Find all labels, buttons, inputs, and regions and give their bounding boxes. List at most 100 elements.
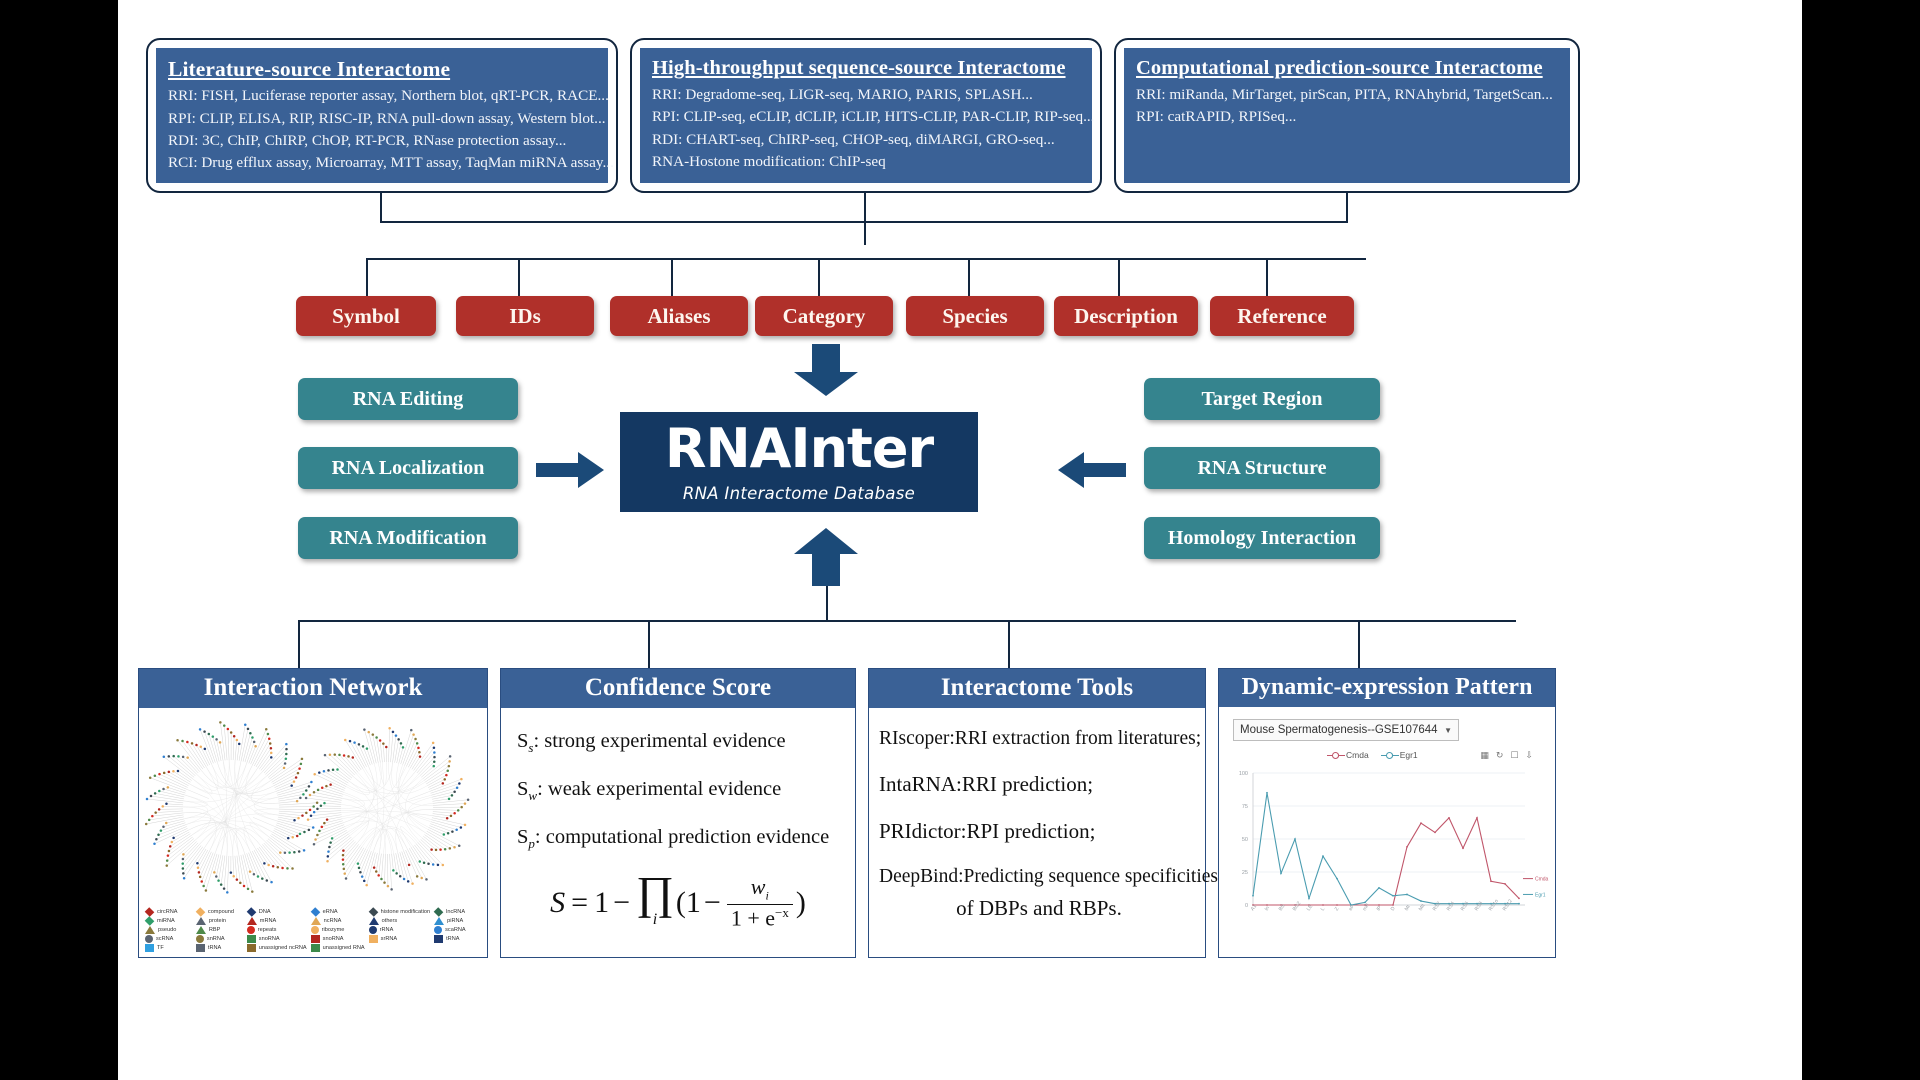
feature-homology-interaction[interactable]: Homology Interaction (1144, 517, 1380, 559)
network-graph-icon (144, 721, 470, 894)
y-axis-tick: 50 (1242, 837, 1248, 843)
expression-line-chart: 0255075100CmdaEgr1A1 In BS BG2 LE L ZeP mP lP D MI… (1239, 771, 1549, 913)
network-legend-label: tRNA (446, 936, 460, 942)
attribute-aliases[interactable]: Aliases (610, 296, 748, 336)
feature-rna-modification[interactable]: RNA Modification (298, 517, 518, 559)
attribute-ids[interactable]: IDs (456, 296, 594, 336)
network-graph-area: circRNA compound DNA eRNA histone modificati… (139, 708, 487, 956)
logo-title: RNAInter (664, 416, 934, 480)
feature-label: Homology Interaction (1167, 526, 1357, 549)
network-legend-label: ncRNA (323, 918, 342, 924)
triangle-swatch-icon (246, 917, 257, 925)
network-legend: circRNA compound DNA eRNA histone modificati… (139, 907, 487, 952)
connector-vertical (1266, 258, 1269, 296)
connector-panel-bus (298, 620, 1516, 623)
chart-end-label: Egr1 (1535, 892, 1546, 898)
dynamic-chart-area: Mouse Spermatogenesis--GSE107644 ▼ Cmda E… (1219, 707, 1555, 955)
chart-legend-item[interactable]: Cmda (1327, 750, 1369, 760)
chart-legend-label: Cmda (1346, 750, 1369, 760)
source-line: RDI: 3C, ChIP, ChIRP, ChOP, RT-PCR, RNas… (168, 131, 567, 149)
attribute-reference[interactable]: Reference (1210, 296, 1354, 336)
rnainter-logo: RNAInter RNA Interactome Database (620, 412, 978, 512)
connector-vertical (1118, 258, 1121, 296)
source-line: RRI: Degradome-seq, LIGR-seq, MARIO, PAR… (652, 86, 1033, 103)
panel-confidence-score: Confidence Score Ss: strong experimental… (500, 668, 856, 958)
network-legend-label: piRNA (447, 918, 464, 924)
feature-target-region[interactable]: Target Region (1144, 378, 1380, 420)
attribute-symbol[interactable]: Symbol (296, 296, 436, 336)
x-axis-tick: mP (1362, 902, 1372, 912)
connector-vertical (380, 193, 383, 223)
fraction-denominator: 1 + e−x (730, 905, 789, 931)
score-text: : weak experimental evidence (537, 778, 782, 801)
connector-vertical (648, 620, 651, 670)
image-icon[interactable]: ☐ (1510, 751, 1518, 761)
x-axis-tick: In (1264, 905, 1271, 912)
formula-minus2: − (703, 885, 721, 919)
formula-lhs: S (550, 885, 566, 919)
score-text: : computational prediction evidence (534, 826, 830, 849)
panel-interaction-network: Interaction Network circRNA compound DNA eR… (138, 668, 488, 958)
diamond-swatch-icon (433, 907, 444, 917)
confidence-item-predicted: Sp: computational prediction evidence (517, 826, 845, 852)
download-icon[interactable]: ⇩ (1525, 751, 1533, 761)
attribute-description[interactable]: Description (1054, 296, 1198, 336)
source-box-computational: Computational prediction-source Interact… (1114, 38, 1580, 193)
score-symbol: S (517, 730, 529, 752)
formula-minus: − (613, 885, 631, 919)
refresh-icon[interactable]: ↻ (1496, 751, 1504, 761)
feature-label: RNA Editing (352, 387, 464, 410)
network-legend-item: pseudo (145, 926, 192, 934)
network-legend-label: snoRNA (258, 936, 280, 942)
network-legend-item: mRNA (246, 917, 307, 925)
circle-swatch-icon (246, 926, 255, 934)
network-legend-item: circRNA (144, 907, 192, 917)
network-legend-label: rRNA (379, 927, 394, 933)
source-box-high-throughput: High-throughput sequence-source Interact… (630, 38, 1102, 193)
connector-vertical (818, 258, 821, 296)
square-swatch-icon (246, 935, 256, 943)
feature-rna-editing[interactable]: RNA Editing (298, 378, 518, 420)
network-legend-label: snRNA (206, 936, 225, 942)
source-box-high-throughput-inner: High-throughput sequence-source Interact… (640, 48, 1094, 183)
chart-toolbar[interactable]: ▦ ↻ ☐ ⇩ (1480, 751, 1533, 761)
circle-swatch-icon (310, 926, 319, 934)
score-text: : strong experimental evidence (533, 730, 786, 752)
arrow-left-icon (1058, 452, 1126, 488)
network-legend-item: miRNA (144, 916, 192, 926)
x-axis-tick: L (1320, 906, 1327, 912)
attribute-species[interactable]: Species (906, 296, 1044, 336)
panel-title: Interaction Network (139, 669, 487, 708)
diamond-swatch-icon (246, 907, 257, 917)
feature-rna-structure[interactable]: RNA Structure (1144, 447, 1380, 489)
network-legend-item: scaRNA (434, 926, 481, 934)
network-legend-label: TF (157, 945, 164, 951)
network-legend-item: tRNA (195, 944, 243, 952)
network-legend-label: pseudo (158, 927, 177, 933)
formula-fraction: wi 1 + e−x (726, 874, 793, 931)
x-axis-tick: RS4 (1446, 901, 1457, 913)
network-legend-label: miRNA (157, 918, 175, 924)
network-legend-item: histone modification (368, 907, 430, 917)
diamond-swatch-icon (368, 907, 378, 917)
attribute-category[interactable]: Category (755, 296, 893, 336)
panel-title: Interactome Tools (869, 669, 1205, 708)
feature-rna-localization[interactable]: RNA Localization (298, 447, 518, 489)
y-axis-tick: 75 (1242, 804, 1248, 810)
chart-end-label: Cmda (1535, 877, 1549, 883)
network-legend-item: ribozyme (310, 926, 365, 934)
feature-label: RNA Localization (331, 456, 485, 479)
chart-icon[interactable]: ▦ (1480, 751, 1489, 761)
dataset-select[interactable]: Mouse Spermatogenesis--GSE107644 ▼ (1233, 719, 1459, 741)
connector-vertical (1008, 620, 1011, 670)
triangle-swatch-icon (145, 926, 155, 934)
tool-pridictor: PRIdictor:RPI prediction; (879, 819, 1096, 843)
confidence-item-strong: Ss: strong experimental evidence (517, 730, 845, 756)
chart-legend-item[interactable]: Egr1 (1380, 750, 1418, 760)
connector-attribute-bus (366, 258, 1366, 261)
y-axis-tick: 0 (1245, 903, 1248, 909)
panel-title: Dynamic-expression Pattern (1219, 669, 1555, 707)
network-legend-label: unassigned RNA (322, 945, 365, 951)
diamond-swatch-icon (144, 916, 155, 926)
triangle-swatch-icon (310, 917, 321, 925)
